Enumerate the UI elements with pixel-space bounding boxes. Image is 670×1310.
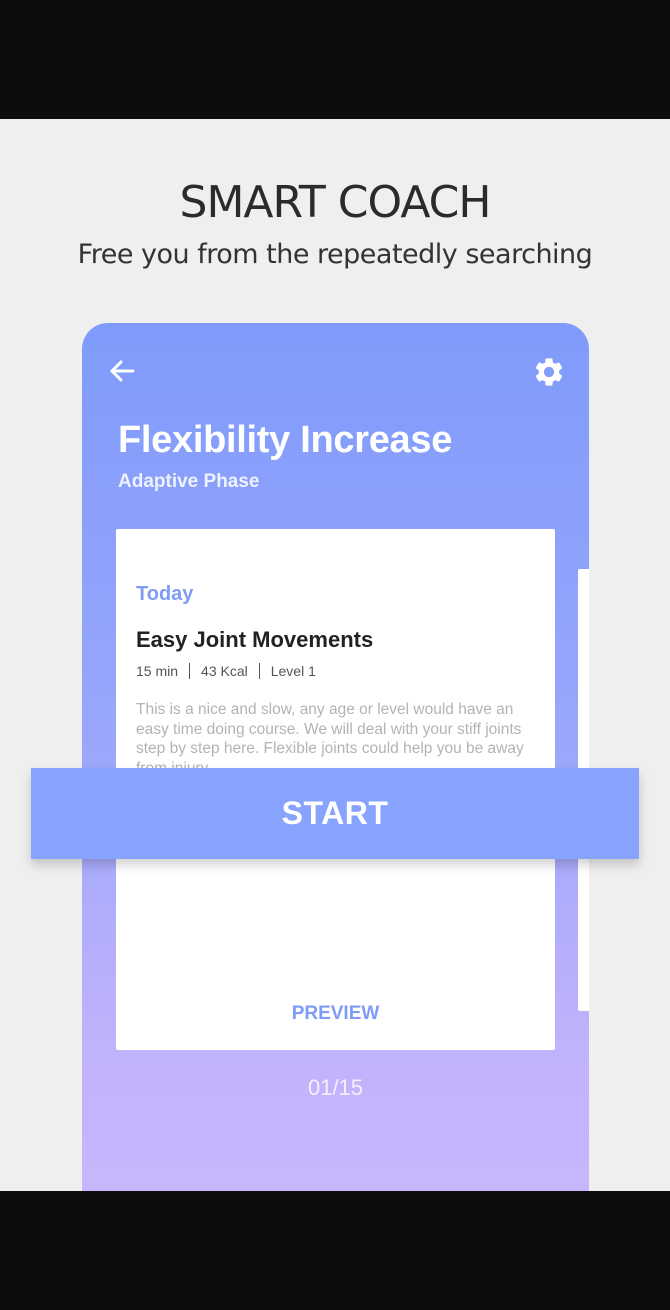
gear-icon[interactable]: [532, 355, 566, 389]
promo-subtitle: Free you from the repeatedly searching: [77, 239, 593, 270]
duration: 15 min: [136, 663, 179, 679]
calories: 43 Kcal: [201, 663, 248, 679]
course-title: Easy Joint Movements: [136, 627, 374, 652]
workout-title: Flexibility Increase: [118, 419, 453, 461]
page-counter: 01/15: [307, 1075, 364, 1100]
start-button[interactable]: START: [31, 768, 639, 859]
promo-title: SMART COACH: [179, 177, 492, 228]
screen: SMART COACH Free you from the repeatedly…: [0, 119, 670, 1191]
day-label: Today: [136, 583, 194, 605]
course-description: This is a nice and slow, any age or leve…: [136, 701, 524, 777]
phase-label: Adaptive Phase: [118, 471, 260, 492]
divider: [189, 663, 191, 679]
course-meta: 15 min 43 Kcal Level 1: [136, 663, 316, 679]
level: Level 1: [270, 663, 316, 679]
arrow-left-icon[interactable]: [107, 356, 137, 386]
divider: [258, 663, 260, 679]
phone-frame: Flexibility Increase Adaptive Phase Toda…: [82, 323, 589, 1191]
preview-button[interactable]: PREVIEW: [116, 1003, 555, 1025]
